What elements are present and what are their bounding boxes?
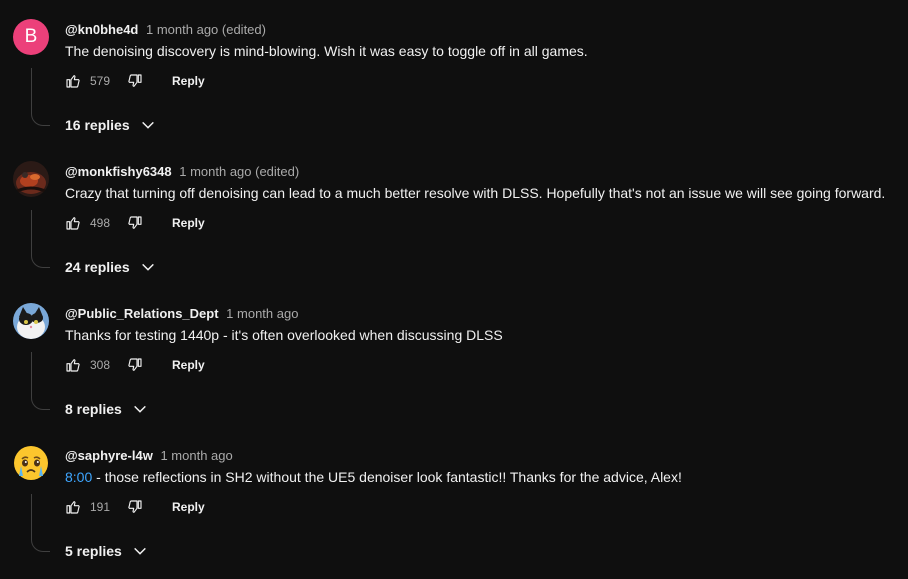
chevron-down-icon [133, 405, 146, 413]
comment-actions: 498 Reply [65, 213, 205, 233]
dislike-icon[interactable] [127, 499, 143, 515]
chevron-down-icon [133, 547, 146, 555]
like-icon[interactable] [65, 357, 81, 373]
chevron-down-icon [141, 121, 154, 129]
replies-count: 8 replies [65, 401, 122, 417]
thread-line [31, 494, 50, 552]
comment-body: The denoising discovery is mind-blowing.… [65, 43, 588, 59]
comment-body: Crazy that turning off denoising can lea… [65, 185, 886, 201]
replies-toggle[interactable]: 5 replies [65, 543, 148, 559]
comment-header: @Public_Relations_Dept 1 month ago [65, 306, 298, 321]
avatar[interactable] [13, 303, 49, 339]
comment-header: @saphyre-l4w 1 month ago [65, 448, 233, 463]
like-count: 579 [90, 74, 111, 88]
thread-line [31, 352, 50, 410]
replies-count: 24 replies [65, 259, 130, 275]
replies-toggle[interactable]: 16 replies [65, 117, 156, 133]
comment-actions: 191 Reply [65, 497, 205, 517]
comment-text: The denoising discovery is mind-blowing.… [65, 43, 588, 59]
comment-text: Crazy that turning off denoising can lea… [65, 185, 885, 201]
thread-line [31, 210, 50, 268]
replies-toggle[interactable]: 24 replies [65, 259, 156, 275]
comment: @monkfishy6348 1 month ago (edited) Craz… [0, 142, 908, 284]
comment-author[interactable]: @monkfishy6348 [65, 164, 172, 179]
avatar[interactable] [13, 445, 49, 481]
comment: B @kn0bhe4d 1 month ago (edited) The den… [0, 0, 908, 142]
comment-time[interactable]: 1 month ago [226, 306, 298, 321]
comment-time[interactable]: 1 month ago (edited) [146, 22, 266, 37]
like-count: 498 [90, 216, 111, 230]
reply-button[interactable]: Reply [172, 358, 205, 372]
reply-button[interactable]: Reply [172, 74, 205, 88]
comment-author[interactable]: @kn0bhe4d [65, 22, 138, 37]
replies-count: 16 replies [65, 117, 130, 133]
comment-time[interactable]: 1 month ago [160, 448, 232, 463]
like-icon[interactable] [65, 73, 81, 89]
avatar[interactable]: B [13, 19, 49, 55]
comment-author[interactable]: @saphyre-l4w [65, 448, 153, 463]
timestamp-link[interactable]: 8:00 [65, 469, 92, 485]
avatar-letter: B [24, 26, 38, 47]
like-icon[interactable] [65, 499, 81, 515]
dislike-icon[interactable] [127, 215, 143, 231]
comment-author[interactable]: @Public_Relations_Dept [65, 306, 219, 321]
replies-toggle[interactable]: 8 replies [65, 401, 148, 417]
comment-header: @monkfishy6348 1 month ago (edited) [65, 164, 299, 179]
like-count: 191 [90, 500, 111, 514]
reply-button[interactable]: Reply [172, 216, 205, 230]
comment-text: 8:00 - those reflections in SH2 without … [65, 469, 682, 485]
dislike-icon[interactable] [127, 73, 143, 89]
comment-actions: 579 Reply [65, 71, 205, 91]
dislike-icon[interactable] [127, 357, 143, 373]
replies-count: 5 replies [65, 543, 122, 559]
comment-time[interactable]: 1 month ago (edited) [179, 164, 299, 179]
comment-actions: 308 Reply [65, 355, 205, 375]
comment-body: - those reflections in SH2 without the U… [92, 469, 682, 485]
comment-body: Thanks for testing 1440p - it's often ov… [65, 327, 503, 343]
thread-line [31, 68, 50, 126]
comment: @saphyre-l4w 1 month ago 8:00 - those re… [0, 426, 908, 568]
like-count: 308 [90, 358, 111, 372]
like-icon[interactable] [65, 215, 81, 231]
avatar[interactable] [13, 161, 49, 197]
chevron-down-icon [141, 263, 154, 271]
comment: @Public_Relations_Dept 1 month ago Thank… [0, 284, 908, 426]
reply-button[interactable]: Reply [172, 500, 205, 514]
comment-text: Thanks for testing 1440p - it's often ov… [65, 327, 503, 343]
comment-header: @kn0bhe4d 1 month ago (edited) [65, 22, 266, 37]
